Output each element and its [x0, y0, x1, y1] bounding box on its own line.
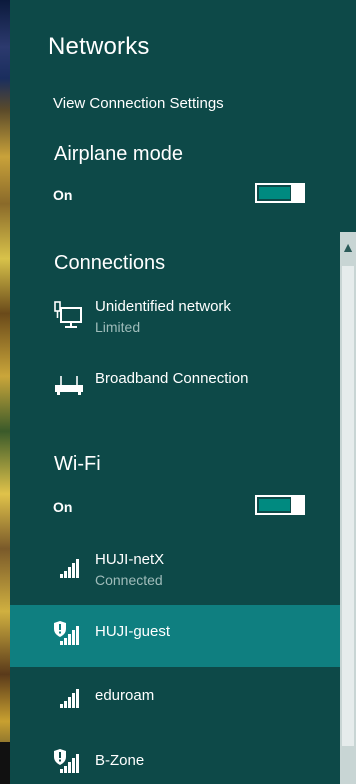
wifi-signal-icon	[60, 689, 79, 708]
wifi-network-b-zone[interactable]: B-Zone	[10, 735, 340, 784]
wifi-network-status: Connected	[95, 572, 163, 588]
toggle-thumb	[291, 183, 303, 203]
connection-status: Limited	[95, 319, 141, 335]
wifi-network-name: HUJI-netX	[95, 551, 165, 568]
broadband-modem-icon	[55, 376, 83, 395]
wifi-network-name: eduroam	[95, 687, 155, 704]
wifi-network-name: B-Zone	[95, 752, 145, 769]
connection-item-unidentified-network[interactable]: Unidentified network Limited	[10, 290, 340, 352]
scrollbar-thumb[interactable]	[342, 266, 354, 746]
view-connection-settings-link[interactable]: View Connection Settings	[53, 95, 224, 112]
wifi-signal-icon	[60, 559, 79, 578]
wifi-network-huji-guest[interactable]: HUJI-guest	[10, 605, 340, 667]
wired-network-icon	[54, 301, 82, 328]
networks-charm-panel: Networks View Connection Settings Airpla…	[10, 0, 356, 784]
toggle-fill	[259, 187, 290, 199]
wifi-network-huji-netx[interactable]: HUJI-netX Connected	[10, 542, 340, 604]
wifi-signal-open-icon	[54, 749, 79, 773]
toggle-fill	[259, 499, 290, 511]
wifi-state-label: On	[53, 499, 73, 515]
airplane-mode-heading: Airplane mode	[54, 143, 183, 165]
scroll-up-arrow-icon[interactable]: ▲	[340, 232, 356, 262]
wifi-heading: Wi-Fi	[54, 453, 101, 475]
connection-item-broadband[interactable]: Broadband Connection	[10, 360, 340, 422]
wifi-network-name: HUJI-guest	[95, 623, 171, 640]
connection-name: Broadband Connection	[95, 370, 249, 387]
toggle-thumb	[291, 495, 303, 515]
panel-title: Networks	[48, 33, 150, 60]
wifi-signal-open-icon	[54, 621, 79, 645]
wifi-network-eduroam[interactable]: eduroam	[10, 670, 340, 732]
airplane-mode-toggle[interactable]	[255, 183, 305, 203]
wifi-toggle[interactable]	[255, 495, 305, 515]
connections-heading: Connections	[54, 252, 166, 274]
airplane-mode-state-label: On	[53, 187, 73, 203]
desktop-wallpaper	[0, 0, 10, 784]
connection-name: Unidentified network	[95, 298, 231, 315]
networks-scrollbar[interactable]: ▲	[340, 232, 356, 784]
